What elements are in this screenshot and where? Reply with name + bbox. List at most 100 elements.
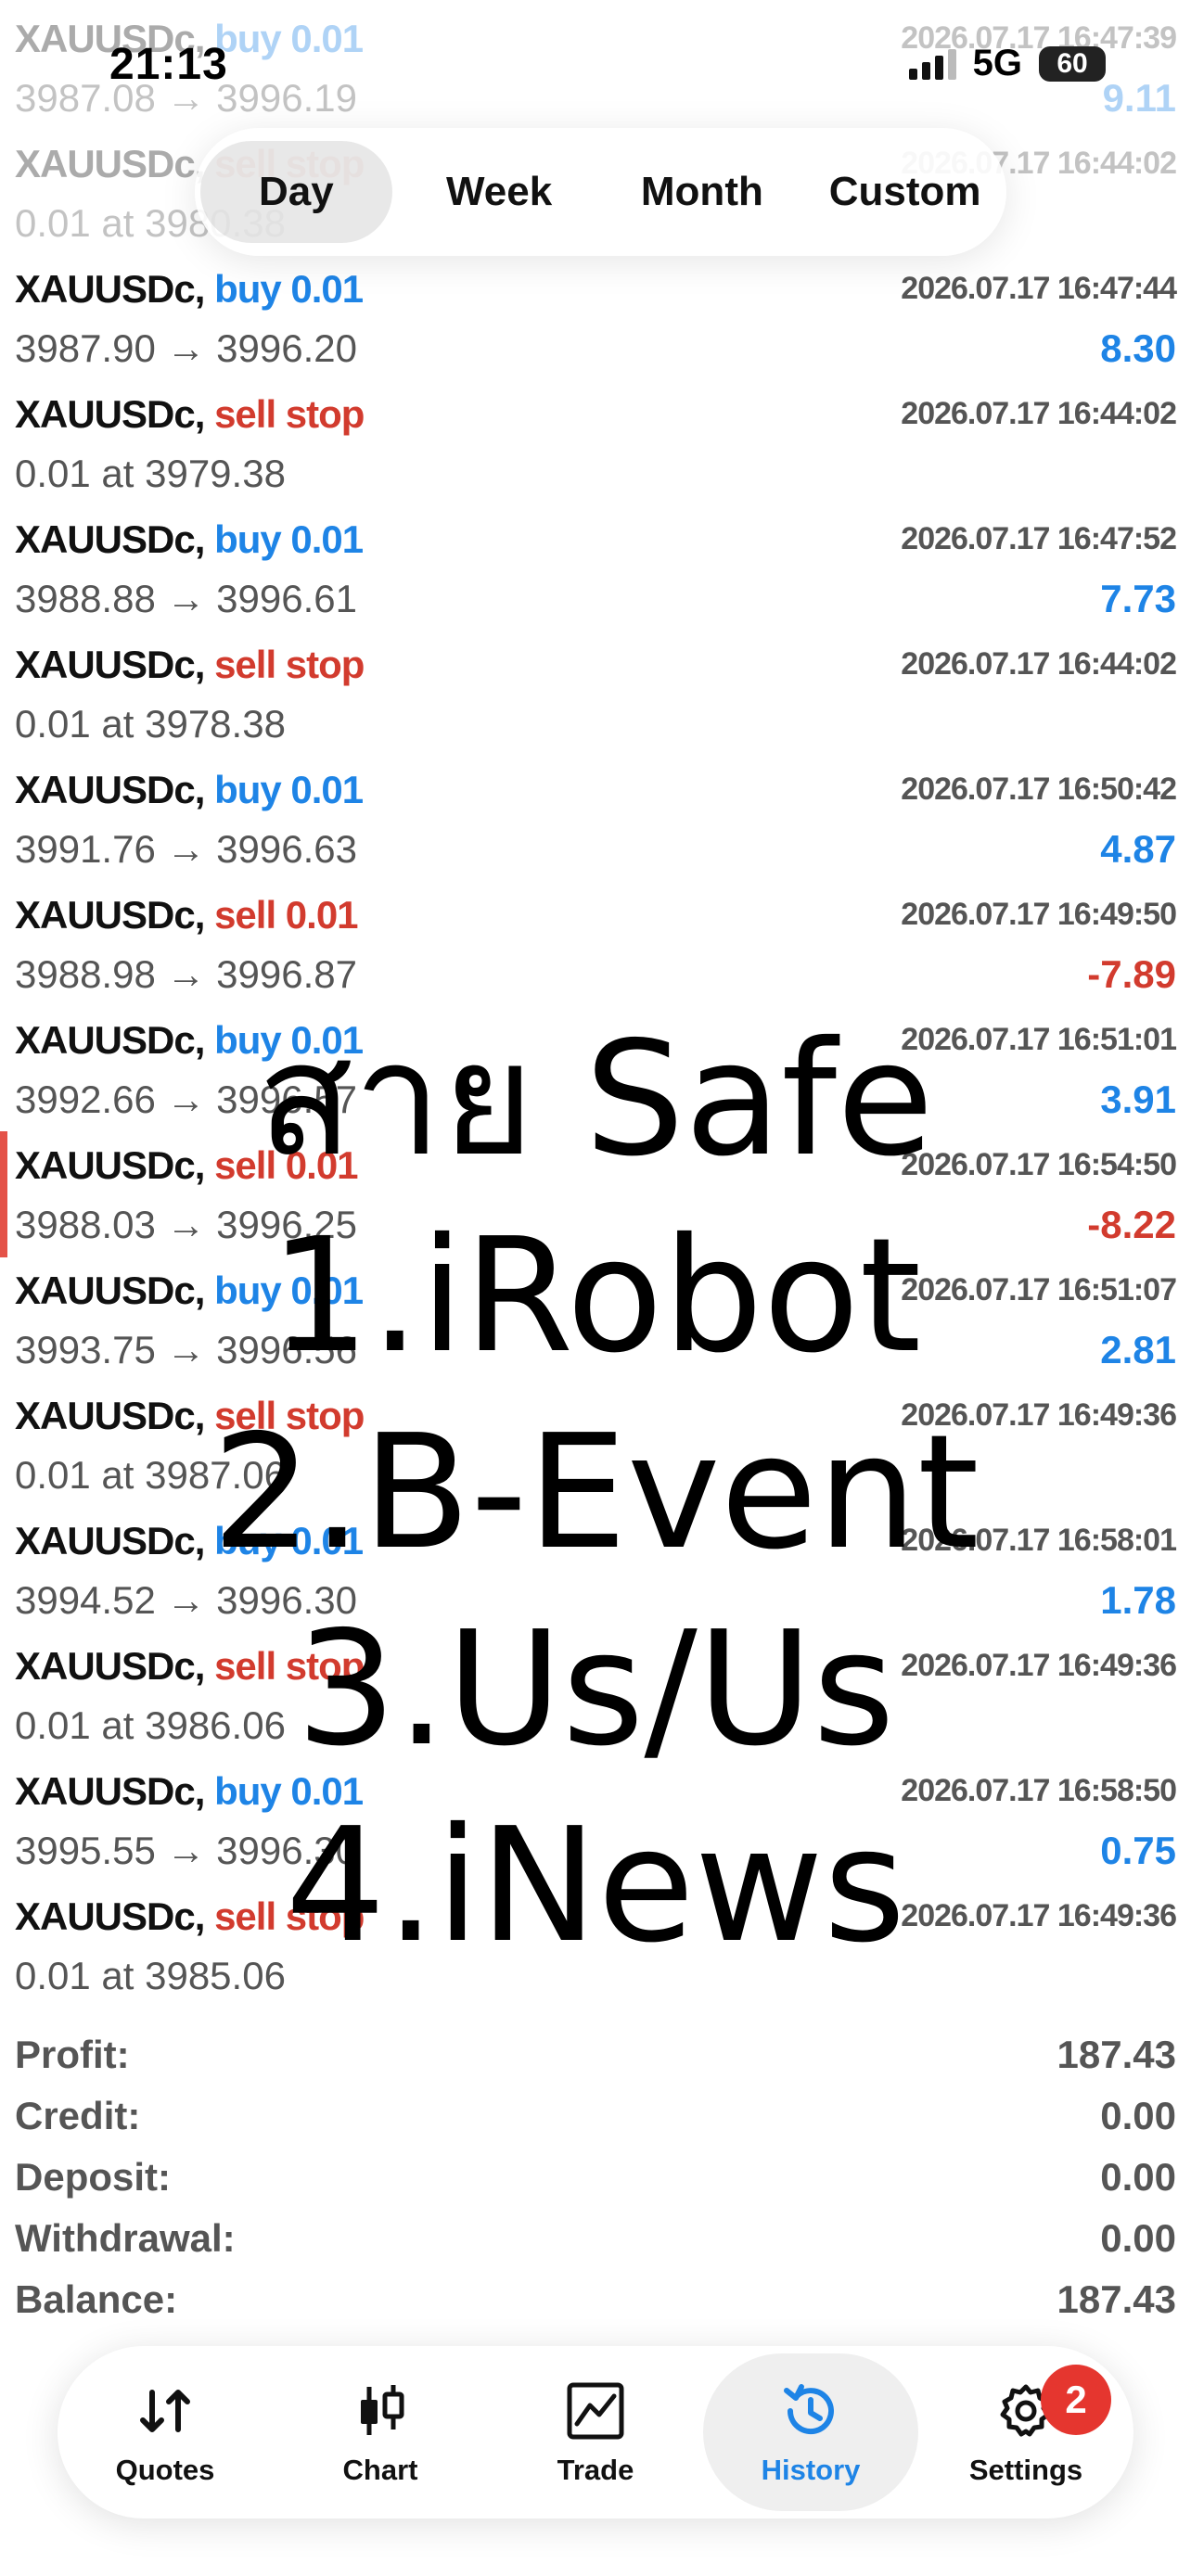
order-action: sell stop (214, 1644, 365, 1688)
order-symbol: XAUUSDc, (15, 893, 205, 937)
period-tab-month[interactable]: Month (607, 141, 799, 243)
summary-value: 0.00 (1100, 2094, 1176, 2137)
order-title: XAUUSDc, buy 0.01 (15, 1269, 364, 1313)
order-row[interactable]: XAUUSDc, sell stop 2026.07.17 16:49:36 0.0… (0, 1384, 1191, 1510)
summary-value: 187.43 (1057, 2277, 1176, 2321)
order-detail: 3994.52 → 3996.30 (15, 1578, 357, 1622)
tab-trade[interactable]: Trade (488, 2353, 703, 2511)
order-time: 2026.07.17 16:47:44 (901, 271, 1177, 306)
order-title: XAUUSDc, buy 0.01 (15, 768, 364, 812)
order-detail: 0.01 at 3986.06 (15, 1703, 286, 1747)
order-time: 2026.07.17 16:51:07 (901, 1272, 1177, 1307)
order-time: 2026.07.17 16:44:02 (901, 396, 1177, 431)
order-row[interactable]: XAUUSDc, sell stop 2026.07.17 16:49:36 0.0… (0, 1635, 1191, 1760)
order-row[interactable]: XAUUSDc, buy 0.01 2026.07.17 16:51:07 3993… (0, 1259, 1191, 1384)
order-row[interactable]: XAUUSDc, sell stop 2026.07.17 16:44:02 0.0… (0, 383, 1191, 508)
order-title: XAUUSDc, sell stop (15, 392, 365, 437)
arrows-up-down-icon (140, 2390, 190, 2432)
tab-history[interactable]: History (703, 2353, 918, 2511)
order-detail: 3988.88 → 3996.61 (15, 577, 357, 620)
order-detail: 0.01 at 3979.38 (15, 452, 286, 495)
order-symbol: XAUUSDc, (15, 267, 205, 311)
period-tab-custom[interactable]: Custom (809, 141, 1001, 243)
order-profit: 7.73 (1100, 577, 1176, 620)
tab-label: Quotes (115, 2454, 215, 2486)
order-action: sell stop (214, 643, 365, 686)
summary-profit: Profit: 187.43 (0, 2029, 1191, 2090)
summary-label: Balance: (15, 2277, 178, 2321)
tab-label: History (761, 2454, 861, 2486)
order-symbol: XAUUSDc, (15, 1769, 205, 1813)
order-title: XAUUSDc, buy 0.01 (15, 1769, 364, 1814)
order-title: XAUUSDc, buy 0.01 (15, 1519, 364, 1563)
order-detail: 3987.90 → 3996.20 (15, 326, 357, 370)
order-row[interactable]: XAUUSDc, buy 0.01 2026.07.17 16:47:44 3987… (0, 258, 1191, 383)
order-title: XAUUSDc, sell stop (15, 1394, 365, 1438)
order-symbol: XAUUSDc, (15, 1143, 205, 1187)
order-action: sell stop (214, 1394, 365, 1437)
order-action: buy 0.01 (214, 1519, 364, 1562)
order-profit: 2.81 (1100, 1328, 1176, 1371)
tab-label: Chart (342, 2454, 418, 2486)
order-detail: 3992.66 → 3996.57 (15, 1078, 357, 1121)
period-tab-day[interactable]: Day (200, 141, 392, 243)
order-row[interactable]: XAUUSDc, buy 0.01 2026.07.17 16:47:52 3988… (0, 508, 1191, 633)
order-action: sell 0.01 (214, 1143, 358, 1187)
order-profit: 3.91 (1100, 1078, 1176, 1121)
tab-chart[interactable]: Chart (273, 2353, 488, 2511)
order-detail: 0.01 at 3978.38 (15, 702, 286, 746)
bottom-tab-bar: Quotes Chart Trade History Settings 2 (58, 2346, 1133, 2519)
order-action: buy 0.01 (214, 17, 364, 60)
order-action: sell 0.01 (214, 893, 358, 937)
order-title: XAUUSDc, sell stop (15, 1894, 365, 1939)
tab-quotes[interactable]: Quotes (58, 2353, 273, 2511)
summary-credit: Credit: 0.00 (0, 2090, 1191, 2151)
order-title: XAUUSDc, sell 0.01 (15, 893, 359, 937)
period-segmented-control: Day Week Month Custom (195, 128, 1006, 256)
selected-row-marker (0, 1131, 7, 1257)
order-time: 2026.07.17 16:47:52 (901, 521, 1177, 556)
summary-deposit: Deposit: 0.00 (0, 2151, 1191, 2213)
order-symbol: XAUUSDc, (15, 517, 205, 561)
summary-label: Profit: (15, 2033, 130, 2076)
summary-label: Credit: (15, 2094, 141, 2137)
order-row[interactable]: XAUUSDc, buy 0.01 2026.07.17 16:51:01 3992… (0, 1009, 1191, 1134)
cellular-signal-icon (908, 48, 956, 80)
order-symbol: XAUUSDc, (15, 643, 205, 686)
tab-label: Trade (557, 2454, 634, 2486)
order-title: XAUUSDc, sell stop (15, 1644, 365, 1689)
order-row[interactable]: XAUUSDc, sell 0.01 2026.07.17 16:54:50 398… (0, 1134, 1191, 1259)
order-time: 2026.07.17 16:54:50 (901, 1147, 1177, 1182)
order-action: buy 0.01 (214, 768, 364, 811)
order-row[interactable]: XAUUSDc, sell stop 2026.07.17 16:44:02 0.0… (0, 633, 1191, 759)
order-symbol: XAUUSDc, (15, 768, 205, 811)
notification-badge: 2 (1041, 2365, 1111, 2435)
order-time: 2026.07.17 16:50:42 (901, 772, 1177, 807)
order-time: 2026.07.17 16:49:36 (901, 1898, 1177, 1933)
order-detail: 3995.55 → 3996.30 (15, 1829, 357, 1872)
period-tab-week[interactable]: Week (403, 141, 596, 243)
tab-label: Settings (968, 2454, 1083, 2486)
summary-label: Deposit: (15, 2155, 171, 2199)
order-row[interactable]: XAUUSDc, sell 0.01 2026.07.17 16:49:50 398… (0, 884, 1191, 1009)
order-action: sell stop (214, 392, 365, 436)
summary-value: 0.00 (1100, 2216, 1176, 2260)
order-row[interactable]: XAUUSDc, buy 0.01 2026.07.17 16:58:50 3995… (0, 1760, 1191, 1885)
order-row[interactable]: XAUUSDc, buy 0.01 2026.07.17 16:50:42 3991… (0, 759, 1191, 884)
status-time: 21:13 (109, 40, 228, 89)
order-title: XAUUSDc, sell stop (15, 643, 365, 687)
order-row[interactable]: XAUUSDc, buy 0.01 2026.07.17 16:58:01 3994… (0, 1510, 1191, 1635)
order-profit: 9.11 (1102, 76, 1176, 120)
order-time: 2026.07.17 16:58:50 (901, 1773, 1177, 1808)
order-symbol: XAUUSDc, (15, 142, 205, 185)
order-row[interactable]: XAUUSDc, sell stop 2026.07.17 16:49:36 0.0… (0, 1885, 1191, 2010)
summary-value: 0.00 (1100, 2155, 1176, 2199)
order-symbol: XAUUSDc, (15, 1894, 205, 1938)
status-indicators: 5G 60 (908, 43, 1106, 84)
order-profit: 4.87 (1100, 827, 1176, 871)
network-type: 5G (972, 43, 1022, 83)
order-detail: 3991.76 → 3996.63 (15, 827, 357, 871)
order-action: buy 0.01 (214, 517, 364, 561)
order-detail: 3988.98 → 3996.87 (15, 952, 357, 996)
tab-settings[interactable]: Settings 2 (918, 2353, 1133, 2511)
